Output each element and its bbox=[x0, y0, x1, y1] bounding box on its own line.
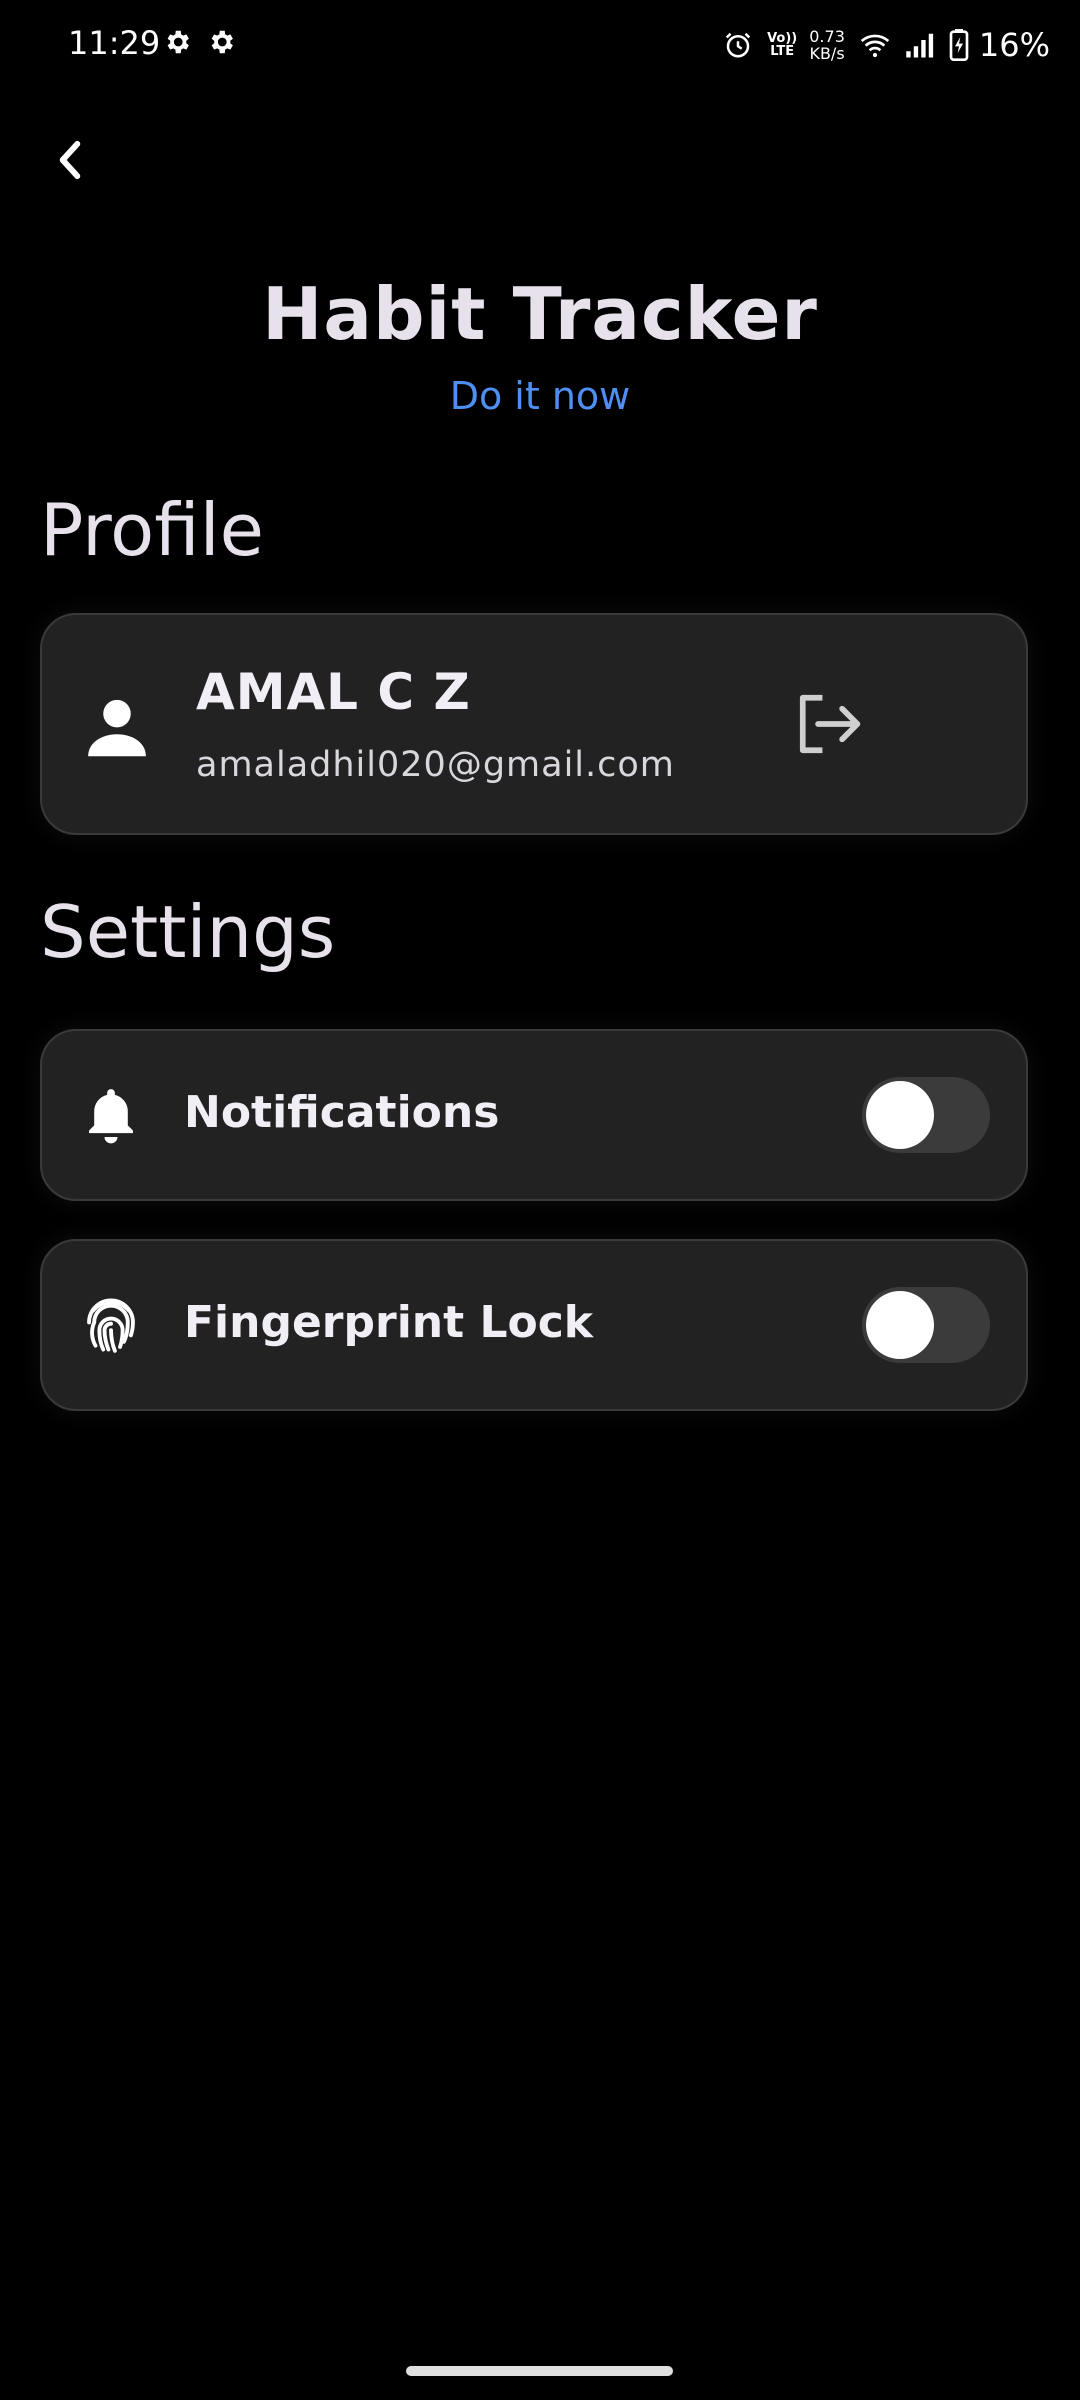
person-icon bbox=[88, 699, 146, 757]
lte-label: LTE bbox=[770, 44, 795, 59]
chevron-left-icon bbox=[59, 140, 81, 180]
net-speed: 0.73 KB/s bbox=[809, 28, 845, 62]
gear-icon bbox=[211, 30, 233, 54]
status-time: 11:29 bbox=[68, 24, 161, 62]
notifications-setting: Notifications bbox=[40, 1029, 1028, 1201]
fingerprint-icon bbox=[87, 1298, 135, 1353]
battery-percent: 16% bbox=[978, 26, 1050, 64]
gear-icon bbox=[167, 30, 189, 54]
net-speed-value: 0.73 bbox=[809, 27, 845, 46]
toggle-knob bbox=[866, 1081, 934, 1149]
battery-charging-icon bbox=[949, 29, 969, 61]
status-bar: 11:29 Vo)) LTE 0.73 KB/s 16% bbox=[0, 0, 1080, 90]
alarm-icon bbox=[725, 32, 751, 58]
signal-icon bbox=[906, 33, 933, 58]
profile-email: amaladhil020@gmail.com bbox=[196, 745, 675, 785]
notifications-label: Notifications bbox=[184, 1087, 500, 1138]
volte-icon: Vo)) LTE bbox=[767, 32, 797, 58]
toggle-knob bbox=[866, 1291, 934, 1359]
status-icons: Vo)) LTE 0.73 KB/s 16% bbox=[709, 20, 1050, 70]
notifications-toggle[interactable] bbox=[862, 1077, 990, 1153]
wifi-icon bbox=[860, 34, 890, 58]
bell-icon bbox=[89, 1089, 133, 1144]
profile-name: AMAL C Z bbox=[196, 663, 471, 721]
fingerprint-lock-toggle[interactable] bbox=[862, 1287, 990, 1363]
profile-card: AMAL C Z amaladhil020@gmail.com bbox=[40, 613, 1028, 835]
fingerprint-lock-label: Fingerprint Lock bbox=[184, 1297, 594, 1348]
logout-button[interactable] bbox=[794, 691, 864, 757]
settings-section-title: Settings bbox=[40, 890, 336, 974]
back-button[interactable] bbox=[44, 130, 96, 190]
logout-icon bbox=[799, 694, 861, 754]
app-title: Habit Tracker bbox=[262, 272, 818, 356]
home-indicator[interactable] bbox=[406, 2366, 673, 2376]
profile-section-title: Profile bbox=[40, 488, 264, 572]
net-speed-unit: KB/s bbox=[809, 44, 845, 63]
fingerprint-lock-setting: Fingerprint Lock bbox=[40, 1239, 1028, 1411]
app-subtitle: Do it now bbox=[449, 374, 631, 418]
